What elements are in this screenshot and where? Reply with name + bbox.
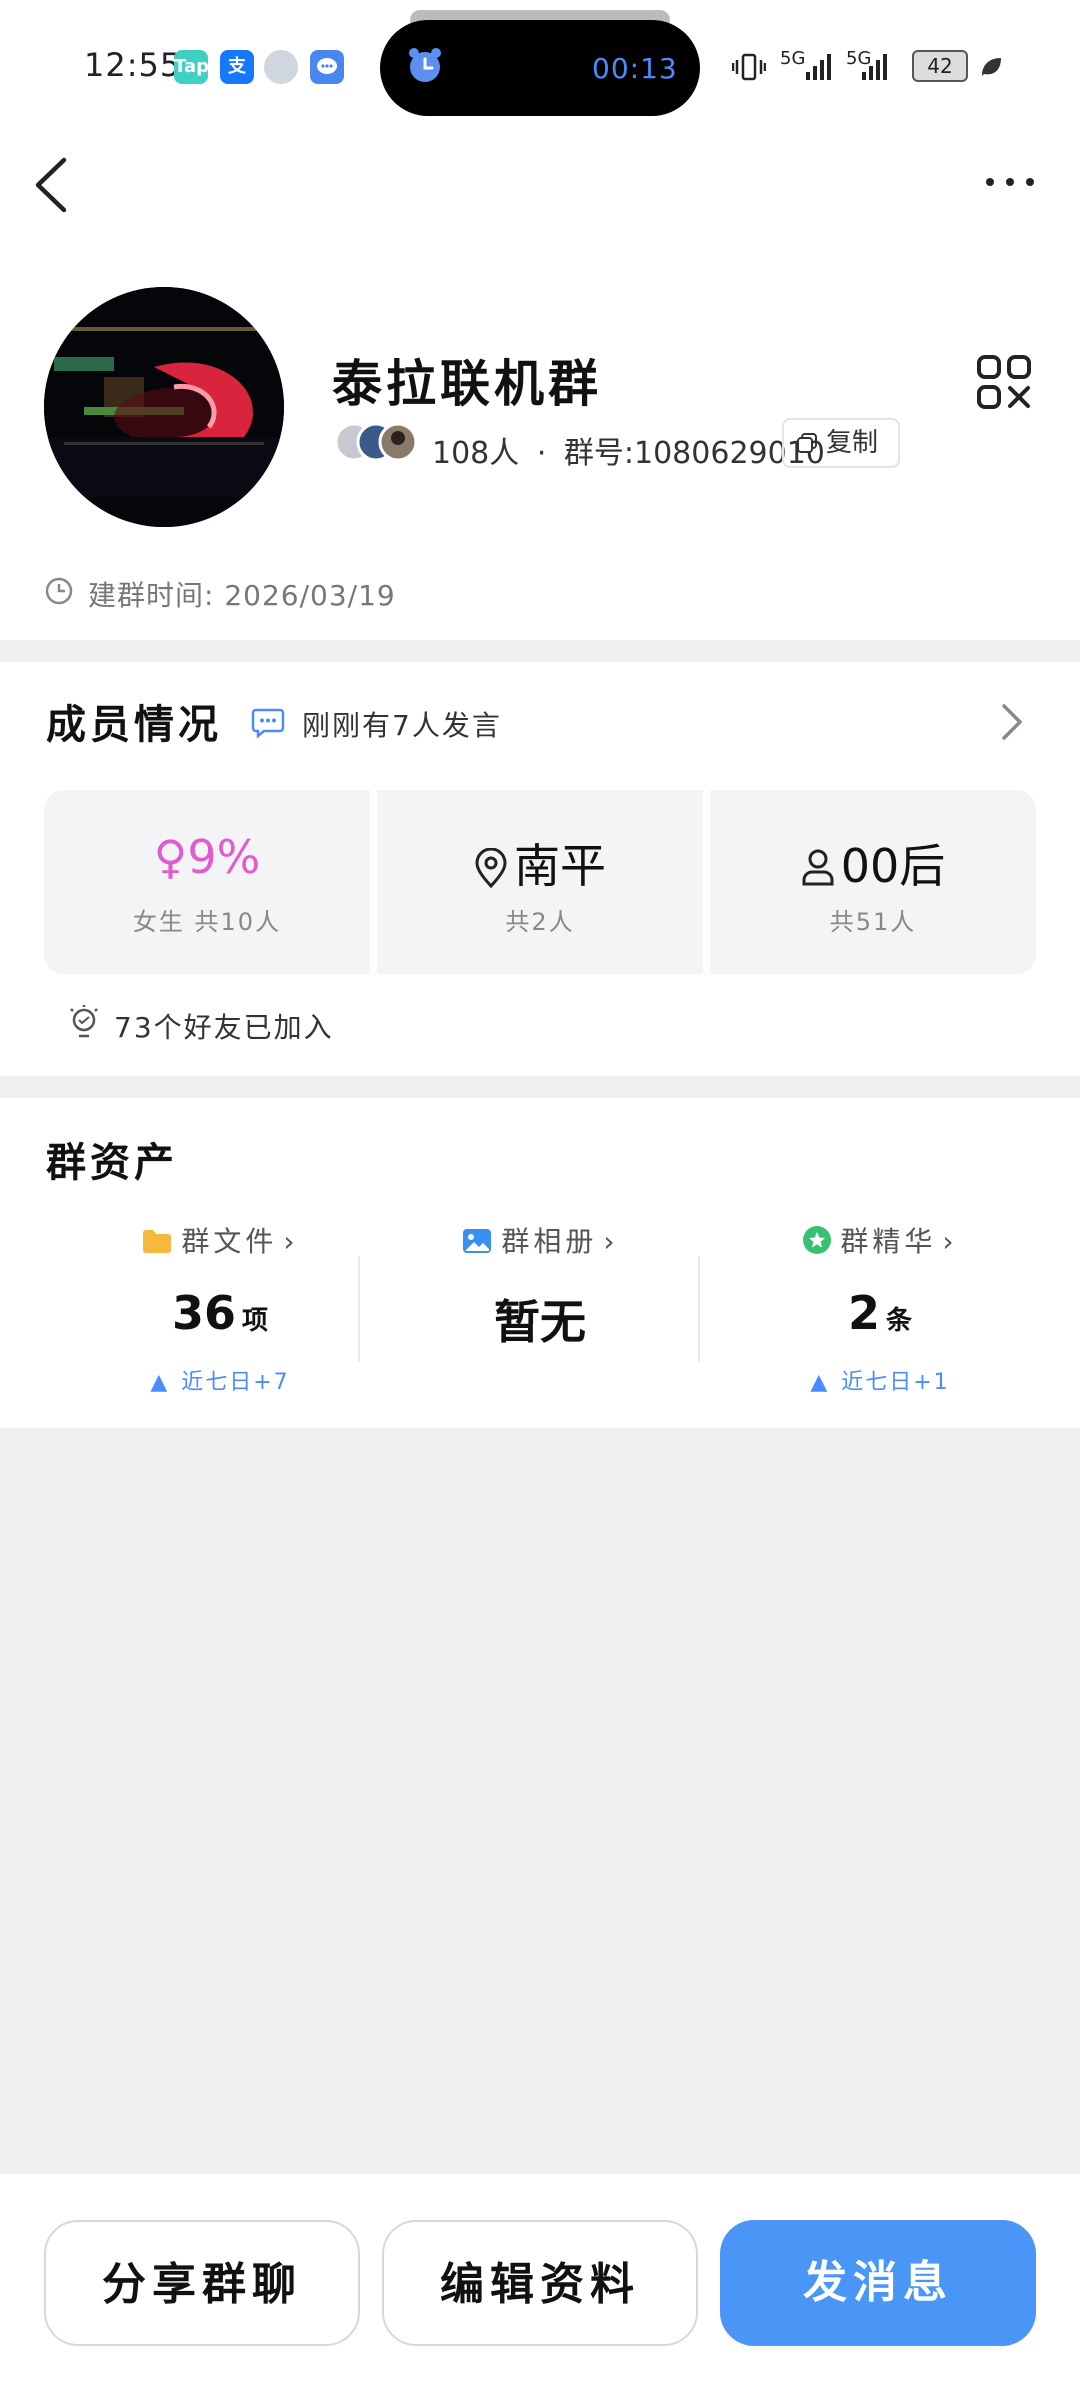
more-dots-icon — [986, 178, 1034, 186]
top-nav — [0, 130, 1080, 250]
send-message-button[interactable]: 发消息 — [720, 2220, 1036, 2346]
divider — [698, 1256, 700, 1362]
vibrate-icon — [731, 52, 767, 82]
location-icon — [475, 847, 507, 889]
asset-files-trend: ▲ 近七日+7 — [150, 1370, 290, 1395]
share-group-button[interactable]: 分享群聊 — [44, 2220, 360, 2346]
asset-album-header: 群相册 › — [370, 1220, 710, 1260]
asset-album-value: 暂无 — [494, 1295, 586, 1349]
group-created-date: 建群时间: 2026/03/19 — [88, 579, 396, 612]
trend-up-icon: ▲ — [810, 1370, 830, 1395]
battery-indicator: 42 — [912, 50, 968, 82]
chevron-left-icon — [35, 157, 67, 213]
chevron-right-icon: › — [283, 1225, 299, 1258]
back-button[interactable] — [30, 150, 90, 220]
chevron-right-icon: › — [942, 1225, 958, 1258]
lightbulb-icon — [68, 1004, 100, 1040]
more-options-button[interactable] — [980, 162, 1040, 202]
folder-icon — [143, 1230, 172, 1253]
trend-up-icon: ▲ — [150, 1370, 170, 1395]
stat-age[interactable]: 00后 共51人 — [710, 790, 1036, 974]
friends-joined[interactable]: 73个好友已加入 — [114, 1006, 334, 1046]
asset-album[interactable]: 群相册 › 暂无 — [370, 1220, 710, 1400]
alarm-timer: 00:13 — [592, 52, 678, 85]
group-name: 泰拉联机群 — [332, 355, 602, 413]
message-app-icon — [310, 50, 344, 84]
copy-group-number-button[interactable]: 复制 — [782, 418, 900, 468]
clock-icon — [44, 576, 74, 606]
asset-essence-trend: ▲ 近七日+1 — [810, 1370, 950, 1395]
asset-files-value: 36 项 — [171, 1286, 269, 1340]
group-avatar[interactable] — [44, 287, 284, 527]
stat-age-value: 00后 — [710, 830, 1036, 896]
stat-location-value: 南平 — [377, 830, 703, 896]
asset-files[interactable]: 群文件 › 36 项 ▲ 近七日+7 — [50, 1220, 390, 1400]
members-activity: 刚刚有7人发言 — [302, 709, 502, 742]
assets-section-title: 群资产 — [46, 1140, 178, 1186]
qr-code-button[interactable] — [976, 354, 1032, 410]
chevron-right-icon: › — [603, 1225, 619, 1258]
edit-profile-button[interactable]: 编辑资料 — [382, 2220, 698, 2346]
stat-gender-label: 女生 共10人 — [132, 908, 282, 936]
leaf-icon — [978, 54, 1004, 80]
copy-icon — [797, 433, 817, 453]
signal-bars-icon-2 — [860, 50, 894, 82]
stat-gender-value: ♀9% — [153, 830, 261, 884]
signal-label-1: 5G — [780, 48, 806, 69]
stat-gender[interactable]: ♀9% 女生 共10人 — [44, 790, 370, 974]
chevron-right-icon — [1002, 704, 1022, 740]
member-count: 108人 — [432, 436, 520, 471]
divider — [358, 1256, 360, 1362]
status-time: 12:55 — [84, 46, 182, 84]
asset-files-header: 群文件 › — [50, 1220, 390, 1260]
meta-separator: · — [536, 436, 547, 471]
asset-essence-header: 群精华 › — [710, 1220, 1050, 1260]
star-icon — [803, 1226, 832, 1254]
members-section-title: 成员情况 — [46, 702, 222, 748]
alarm-clock-icon — [402, 42, 448, 88]
copy-label: 复制 — [826, 428, 879, 458]
members-more-button[interactable] — [994, 700, 1030, 744]
stat-location-label: 共2人 — [505, 908, 575, 936]
image-icon — [463, 1229, 492, 1253]
female-icon: ♀ — [153, 830, 188, 884]
chat-bubble-icon — [250, 704, 286, 740]
stat-age-label: 共51人 — [829, 908, 917, 936]
qq-app-icon — [264, 50, 298, 84]
member-avatars-stack[interactable] — [334, 420, 418, 464]
tap-app-icon: Tap — [174, 50, 209, 84]
asset-essence[interactable]: 群精华 › 2条 ▲ 近七日+1 — [710, 1220, 1050, 1400]
stat-location[interactable]: 南平 共2人 — [377, 790, 703, 974]
signal-bars-icon-1 — [804, 50, 838, 82]
group-meta: 108人 · 群号:1080629010 — [432, 428, 825, 472]
alipay-app-icon: 支 — [220, 50, 254, 84]
person-icon — [802, 849, 834, 886]
asset-essence-value: 2条 — [847, 1286, 913, 1340]
qr-code-icon — [977, 355, 1031, 409]
